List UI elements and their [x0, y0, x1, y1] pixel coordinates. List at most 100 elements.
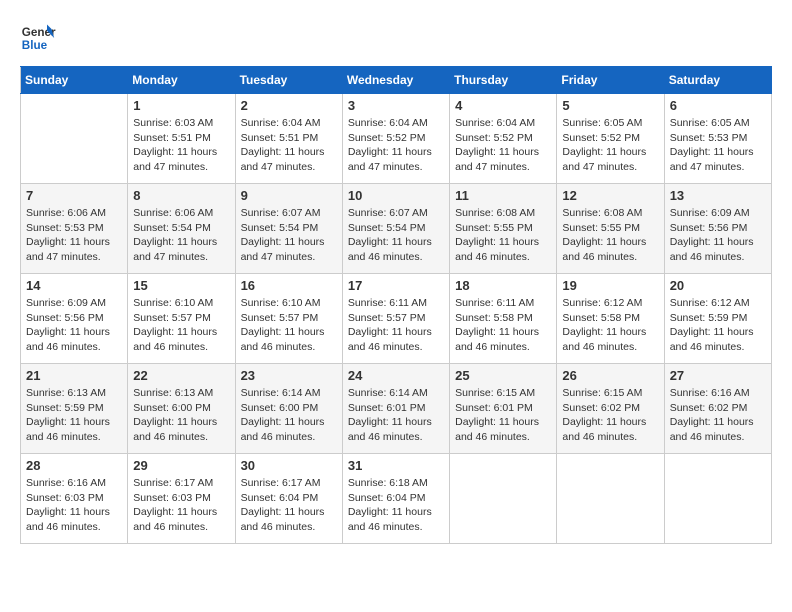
day-number: 22 [133, 368, 229, 383]
week-row-3: 14 Sunrise: 6:09 AMSunset: 5:56 PMDayligh… [21, 274, 772, 364]
day-number: 21 [26, 368, 122, 383]
calendar-cell: 30 Sunrise: 6:17 AMSunset: 6:04 PMDayligh… [235, 454, 342, 544]
week-row-4: 21 Sunrise: 6:13 AMSunset: 5:59 PMDayligh… [21, 364, 772, 454]
calendar-cell: 17 Sunrise: 6:11 AMSunset: 5:57 PMDayligh… [342, 274, 449, 364]
header-day-thursday: Thursday [450, 67, 557, 94]
day-info: Sunrise: 6:07 AMSunset: 5:54 PMDaylight:… [241, 206, 337, 265]
day-number: 17 [348, 278, 444, 293]
day-number: 4 [455, 98, 551, 113]
day-number: 15 [133, 278, 229, 293]
day-number: 5 [562, 98, 658, 113]
day-info: Sunrise: 6:11 AMSunset: 5:58 PMDaylight:… [455, 296, 551, 355]
day-number: 6 [670, 98, 766, 113]
day-info: Sunrise: 6:10 AMSunset: 5:57 PMDaylight:… [133, 296, 229, 355]
day-info: Sunrise: 6:04 AMSunset: 5:52 PMDaylight:… [348, 116, 444, 175]
header-day-sunday: Sunday [21, 67, 128, 94]
day-number: 3 [348, 98, 444, 113]
day-info: Sunrise: 6:11 AMSunset: 5:57 PMDaylight:… [348, 296, 444, 355]
day-info: Sunrise: 6:13 AMSunset: 5:59 PMDaylight:… [26, 386, 122, 445]
calendar-cell: 7Sunrise: 6:06 AMSunset: 5:53 PMDaylight… [21, 184, 128, 274]
day-number: 31 [348, 458, 444, 473]
calendar-cell: 15 Sunrise: 6:10 AMSunset: 5:57 PMDayligh… [128, 274, 235, 364]
calendar-cell: 18 Sunrise: 6:11 AMSunset: 5:58 PMDayligh… [450, 274, 557, 364]
day-number: 11 [455, 188, 551, 203]
day-number: 9 [241, 188, 337, 203]
header-day-tuesday: Tuesday [235, 67, 342, 94]
calendar-cell: 16 Sunrise: 6:10 AMSunset: 5:57 PMDayligh… [235, 274, 342, 364]
header-row: SundayMondayTuesdayWednesdayThursdayFrid… [21, 67, 772, 94]
calendar-cell: 6 Sunrise: 6:05 AMSunset: 5:53 PMDaylight… [664, 94, 771, 184]
day-info: Sunrise: 6:03 AMSunset: 5:51 PMDaylight:… [133, 116, 229, 175]
day-info: Sunrise: 6:15 AMSunset: 6:01 PMDaylight:… [455, 386, 551, 445]
day-info: Sunrise: 6:05 AMSunset: 5:52 PMDaylight:… [562, 116, 658, 175]
calendar-cell: 26 Sunrise: 6:15 AMSunset: 6:02 PMDayligh… [557, 364, 664, 454]
week-row-5: 28Sunrise: 6:16 AMSunset: 6:03 PMDayligh… [21, 454, 772, 544]
calendar-cell: 3 Sunrise: 6:04 AMSunset: 5:52 PMDaylight… [342, 94, 449, 184]
day-info: Sunrise: 6:12 AMSunset: 5:58 PMDaylight:… [562, 296, 658, 355]
day-number: 19 [562, 278, 658, 293]
day-info: Sunrise: 6:10 AMSunset: 5:57 PMDaylight:… [241, 296, 337, 355]
calendar-cell: 22 Sunrise: 6:13 AMSunset: 6:00 PMDayligh… [128, 364, 235, 454]
day-info: Sunrise: 6:04 AMSunset: 5:52 PMDaylight:… [455, 116, 551, 175]
day-info: Sunrise: 6:08 AMSunset: 5:55 PMDaylight:… [562, 206, 658, 265]
calendar-cell: 31 Sunrise: 6:18 AMSunset: 6:04 PMDayligh… [342, 454, 449, 544]
header-day-saturday: Saturday [664, 67, 771, 94]
day-info: Sunrise: 6:15 AMSunset: 6:02 PMDaylight:… [562, 386, 658, 445]
svg-text:Blue: Blue [22, 39, 48, 52]
day-info: Sunrise: 6:09 AMSunset: 5:56 PMDaylight:… [670, 206, 766, 265]
day-number: 23 [241, 368, 337, 383]
calendar-cell: 27 Sunrise: 6:16 AMSunset: 6:02 PMDayligh… [664, 364, 771, 454]
header-day-friday: Friday [557, 67, 664, 94]
day-info: Sunrise: 6:09 AMSunset: 5:56 PMDaylight:… [26, 296, 122, 355]
day-number: 18 [455, 278, 551, 293]
calendar-cell: 24 Sunrise: 6:14 AMSunset: 6:01 PMDayligh… [342, 364, 449, 454]
calendar-cell: 25 Sunrise: 6:15 AMSunset: 6:01 PMDayligh… [450, 364, 557, 454]
calendar-cell [21, 94, 128, 184]
day-info: Sunrise: 6:05 AMSunset: 5:53 PMDaylight:… [670, 116, 766, 175]
calendar-cell [450, 454, 557, 544]
day-number: 16 [241, 278, 337, 293]
day-info: Sunrise: 6:18 AMSunset: 6:04 PMDaylight:… [348, 476, 444, 535]
day-number: 1 [133, 98, 229, 113]
day-number: 7 [26, 188, 122, 203]
calendar-cell: 1 Sunrise: 6:03 AMSunset: 5:51 PMDaylight… [128, 94, 235, 184]
calendar-cell: 5 Sunrise: 6:05 AMSunset: 5:52 PMDaylight… [557, 94, 664, 184]
day-number: 30 [241, 458, 337, 473]
day-info: Sunrise: 6:17 AMSunset: 6:04 PMDaylight:… [241, 476, 337, 535]
header-day-monday: Monday [128, 67, 235, 94]
calendar-cell: 2Sunrise: 6:04 AMSunset: 5:51 PMDaylight… [235, 94, 342, 184]
day-number: 13 [670, 188, 766, 203]
calendar-cell: 11 Sunrise: 6:08 AMSunset: 5:55 PMDayligh… [450, 184, 557, 274]
day-info: Sunrise: 6:17 AMSunset: 6:03 PMDaylight:… [133, 476, 229, 535]
calendar-cell: 19 Sunrise: 6:12 AMSunset: 5:58 PMDayligh… [557, 274, 664, 364]
calendar-cell: 29 Sunrise: 6:17 AMSunset: 6:03 PMDayligh… [128, 454, 235, 544]
calendar-cell: 12 Sunrise: 6:08 AMSunset: 5:55 PMDayligh… [557, 184, 664, 274]
day-number: 29 [133, 458, 229, 473]
day-number: 26 [562, 368, 658, 383]
day-info: Sunrise: 6:13 AMSunset: 6:00 PMDaylight:… [133, 386, 229, 445]
logo-icon: General Blue [20, 20, 56, 56]
calendar-cell: 23 Sunrise: 6:14 AMSunset: 6:00 PMDayligh… [235, 364, 342, 454]
week-row-1: 1 Sunrise: 6:03 AMSunset: 5:51 PMDaylight… [21, 94, 772, 184]
day-number: 20 [670, 278, 766, 293]
calendar-cell [664, 454, 771, 544]
calendar-cell: 13 Sunrise: 6:09 AMSunset: 5:56 PMDayligh… [664, 184, 771, 274]
calendar-cell: 28Sunrise: 6:16 AMSunset: 6:03 PMDayligh… [21, 454, 128, 544]
day-number: 25 [455, 368, 551, 383]
day-number: 8 [133, 188, 229, 203]
calendar-cell: 21 Sunrise: 6:13 AMSunset: 5:59 PMDayligh… [21, 364, 128, 454]
week-row-2: 7Sunrise: 6:06 AMSunset: 5:53 PMDaylight… [21, 184, 772, 274]
page-header: General Blue [20, 20, 772, 56]
day-number: 14 [26, 278, 122, 293]
day-number: 27 [670, 368, 766, 383]
calendar-cell: 14 Sunrise: 6:09 AMSunset: 5:56 PMDayligh… [21, 274, 128, 364]
day-info: Sunrise: 6:16 AMSunset: 6:02 PMDaylight:… [670, 386, 766, 445]
day-info: Sunrise: 6:14 AMSunset: 6:01 PMDaylight:… [348, 386, 444, 445]
day-info: Sunrise: 6:14 AMSunset: 6:00 PMDaylight:… [241, 386, 337, 445]
day-info: Sunrise: 6:04 AMSunset: 5:51 PMDaylight:… [241, 116, 337, 175]
calendar-cell: 8Sunrise: 6:06 AMSunset: 5:54 PMDaylight… [128, 184, 235, 274]
day-number: 12 [562, 188, 658, 203]
day-info: Sunrise: 6:08 AMSunset: 5:55 PMDaylight:… [455, 206, 551, 265]
day-number: 24 [348, 368, 444, 383]
day-number: 28 [26, 458, 122, 473]
